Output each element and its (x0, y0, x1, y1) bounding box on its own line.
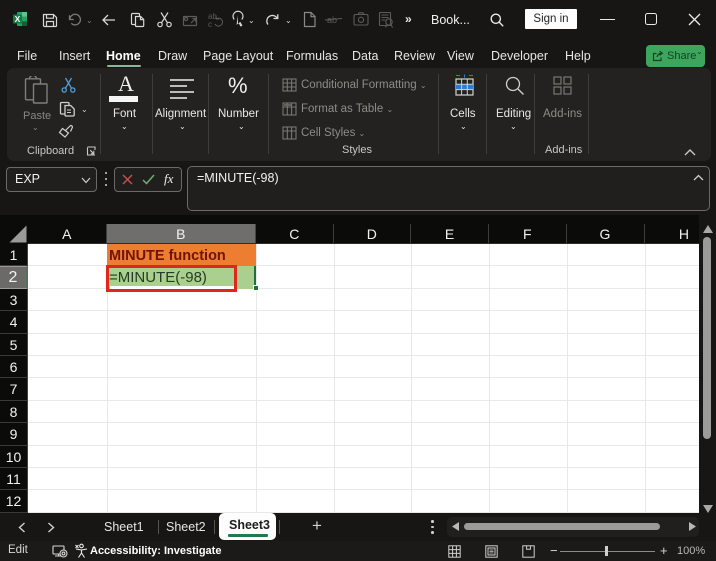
svg-text:X: X (15, 14, 21, 24)
svg-text:c: c (208, 20, 212, 29)
